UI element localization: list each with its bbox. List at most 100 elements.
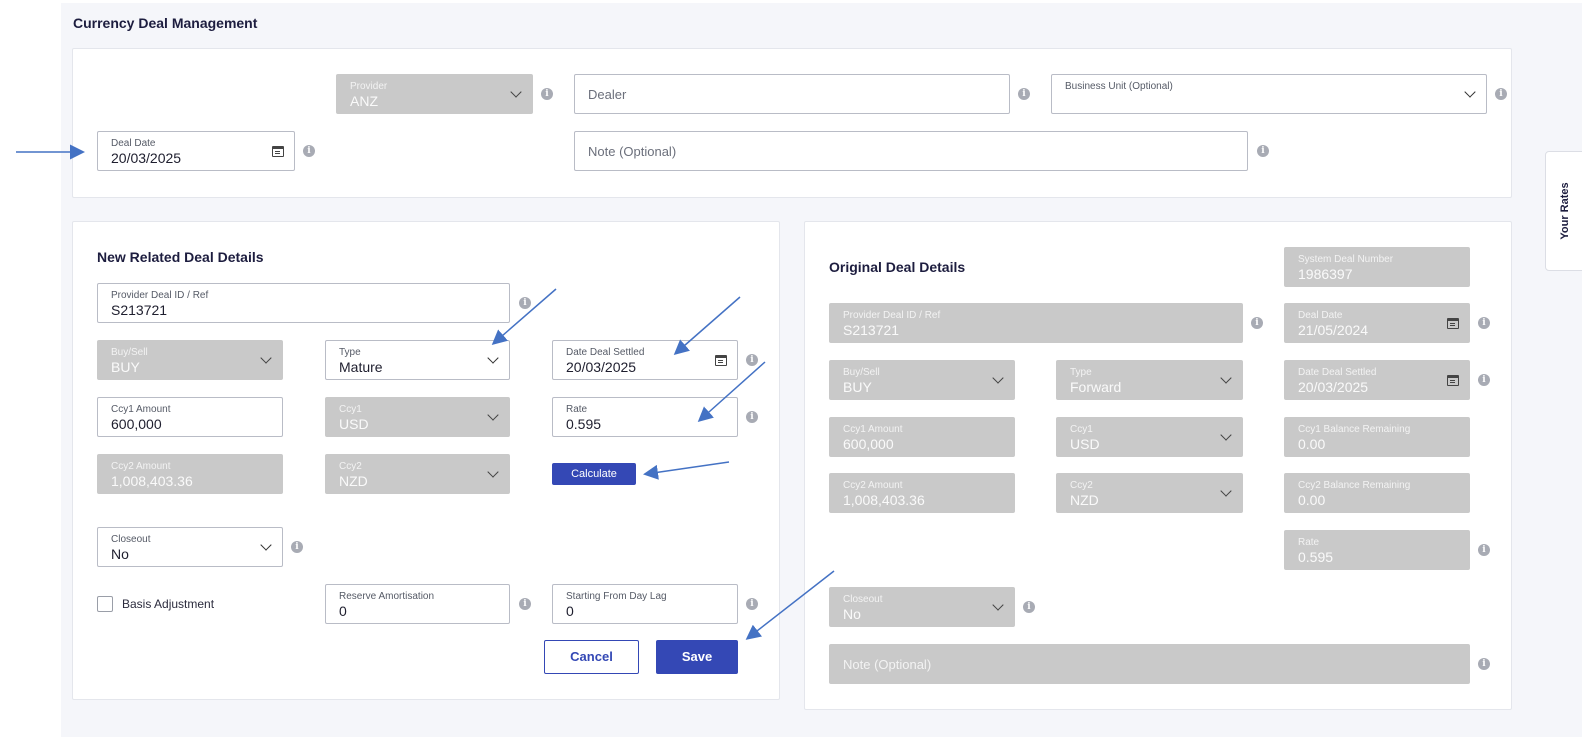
provider-select[interactable]: Provider ANZ <box>336 74 533 114</box>
info-icon[interactable]: i <box>1495 88 1507 100</box>
basis-adjustment-label: Basis Adjustment <box>122 597 215 611</box>
buy-sell-value: BUY <box>111 359 140 375</box>
note-input[interactable]: Note (Optional) <box>574 131 1248 171</box>
info-icon[interactable]: i <box>1478 544 1490 556</box>
starting-from-day-lag-label: Starting From Day Lag <box>566 591 667 602</box>
orig-ccy2-amount-field: Ccy2 Amount 1,008,403.36 <box>829 473 1015 513</box>
info-icon[interactable]: i <box>303 145 315 157</box>
orig-closeout-field: Closeout No <box>829 587 1015 627</box>
your-rates-tab[interactable]: Your Rates <box>1545 151 1582 271</box>
ccy1-select[interactable]: Ccy1 USD <box>325 397 510 437</box>
orig-type-value: Forward <box>1070 379 1122 395</box>
orig-ccy1-balance-value: 0.00 <box>1298 436 1326 452</box>
your-rates-label: Your Rates <box>1559 182 1571 240</box>
save-button[interactable]: Save <box>656 640 738 674</box>
chevron-down-icon <box>487 409 499 421</box>
buy-sell-select[interactable]: Buy/Sell BUY <box>97 340 283 380</box>
business-unit-select[interactable]: Business Unit (Optional) <box>1051 74 1487 114</box>
orig-ccy1-balance-field: Ccy1 Balance Remaining 0.00 <box>1284 417 1470 457</box>
basis-adjustment-checkbox[interactable] <box>97 596 113 612</box>
orig-provider-deal-ref-value: S213721 <box>843 322 900 338</box>
provider-deal-ref-label: Provider Deal ID / Ref <box>111 290 209 301</box>
orig-buy-sell-value: BUY <box>843 379 872 395</box>
info-icon[interactable]: i <box>1023 601 1035 613</box>
reserve-amortisation-label: Reserve Amortisation <box>339 591 435 602</box>
orig-type-field: Type Forward <box>1056 360 1243 400</box>
orig-ccy2-amount-value: 1,008,403.36 <box>843 492 925 508</box>
info-icon[interactable]: i <box>291 541 303 553</box>
info-icon[interactable]: i <box>1251 317 1263 329</box>
dealer-input[interactable]: Dealer <box>574 74 1010 114</box>
orig-ccy1-amount-value: 600,000 <box>843 436 894 452</box>
orig-ccy1-label: Ccy1 <box>1070 424 1093 435</box>
cancel-button[interactable]: Cancel <box>544 640 639 674</box>
orig-date-deal-settled-field: Date Deal Settled 20/03/2025 <box>1284 360 1470 400</box>
rate-value: 0.595 <box>566 416 602 432</box>
type-select[interactable]: Type Mature <box>325 340 510 380</box>
type-label: Type <box>339 347 361 358</box>
info-icon[interactable]: i <box>519 297 531 309</box>
calculate-button[interactable]: Calculate <box>552 463 636 485</box>
ccy1-amount-label: Ccy1 Amount <box>111 404 171 415</box>
info-icon[interactable]: i <box>1478 658 1490 670</box>
deal-header-card <box>72 48 1512 198</box>
page-title: Currency Deal Management <box>73 15 258 31</box>
ccy2-amount-value: 1,008,403.36 <box>111 473 193 489</box>
ccy2-select[interactable]: Ccy2 NZD <box>325 454 510 494</box>
orig-type-label: Type <box>1070 367 1092 378</box>
orig-ccy1-field: Ccy1 USD <box>1056 417 1243 457</box>
reserve-amortisation-input[interactable]: Reserve Amortisation 0 <box>325 584 510 624</box>
ccy1-label: Ccy1 <box>339 404 362 415</box>
orig-provider-deal-ref-field: Provider Deal ID / Ref S213721 <box>829 303 1243 343</box>
ccy1-amount-input[interactable]: Ccy1 Amount 600,000 <box>97 397 283 437</box>
closeout-select[interactable]: Closeout No <box>97 527 283 567</box>
orig-ccy2-field: Ccy2 NZD <box>1056 473 1243 513</box>
orig-ccy1-amount-field: Ccy1 Amount 600,000 <box>829 417 1015 457</box>
starting-from-day-lag-input[interactable]: Starting From Day Lag 0 <box>552 584 738 624</box>
starting-from-day-lag-value: 0 <box>566 603 574 619</box>
info-icon[interactable]: i <box>746 411 758 423</box>
orig-ccy2-balance-value: 0.00 <box>1298 492 1326 508</box>
chevron-down-icon <box>1220 372 1232 384</box>
calendar-icon[interactable] <box>715 355 727 366</box>
info-icon[interactable]: i <box>1257 145 1269 157</box>
date-deal-settled-label: Date Deal Settled <box>566 347 645 358</box>
buy-sell-label: Buy/Sell <box>111 347 148 358</box>
info-icon[interactable]: i <box>1478 317 1490 329</box>
chevron-down-icon <box>487 466 499 478</box>
info-icon[interactable]: i <box>746 354 758 366</box>
ccy2-amount-label: Ccy2 Amount <box>111 461 171 472</box>
orig-date-deal-settled-label: Date Deal Settled <box>1298 367 1377 378</box>
provider-deal-ref-value: S213721 <box>111 302 168 318</box>
deal-date-value: 20/03/2025 <box>111 150 182 166</box>
info-icon[interactable]: i <box>541 88 553 100</box>
info-icon[interactable]: i <box>1478 374 1490 386</box>
info-icon[interactable]: i <box>519 598 531 610</box>
orig-note-placeholder: Note (Optional) <box>843 657 932 672</box>
orig-buy-sell-label: Buy/Sell <box>843 367 880 378</box>
orig-ccy2-value: NZD <box>1070 492 1099 508</box>
system-deal-number-value: 1986397 <box>1298 266 1353 282</box>
rate-input[interactable]: Rate 0.595 <box>552 397 738 437</box>
orig-deal-date-label: Deal Date <box>1298 310 1343 321</box>
provider-deal-ref-input[interactable]: Provider Deal ID / Ref S213721 <box>97 283 510 323</box>
orig-ccy1-balance-label: Ccy1 Balance Remaining <box>1298 424 1411 435</box>
calendar-icon[interactable] <box>272 146 284 157</box>
orig-closeout-value: No <box>843 606 861 622</box>
ccy2-value: NZD <box>339 473 368 489</box>
info-icon[interactable]: i <box>746 598 758 610</box>
deal-date-input[interactable]: Deal Date 20/03/2025 <box>97 131 295 171</box>
chevron-down-icon <box>487 352 499 364</box>
chevron-down-icon <box>992 599 1004 611</box>
system-deal-number-label: System Deal Number <box>1298 254 1394 265</box>
orig-ccy2-amount-label: Ccy2 Amount <box>843 480 903 491</box>
orig-rate-value: 0.595 <box>1298 549 1334 565</box>
closeout-value: No <box>111 546 129 562</box>
info-icon[interactable]: i <box>1018 88 1030 100</box>
type-value: Mature <box>339 359 383 375</box>
chevron-down-icon <box>1220 429 1232 441</box>
ccy2-label: Ccy2 <box>339 461 362 472</box>
ccy1-value: USD <box>339 416 369 432</box>
date-deal-settled-input[interactable]: Date Deal Settled 20/03/2025 <box>552 340 738 380</box>
new-deal-title: New Related Deal Details <box>97 249 264 265</box>
